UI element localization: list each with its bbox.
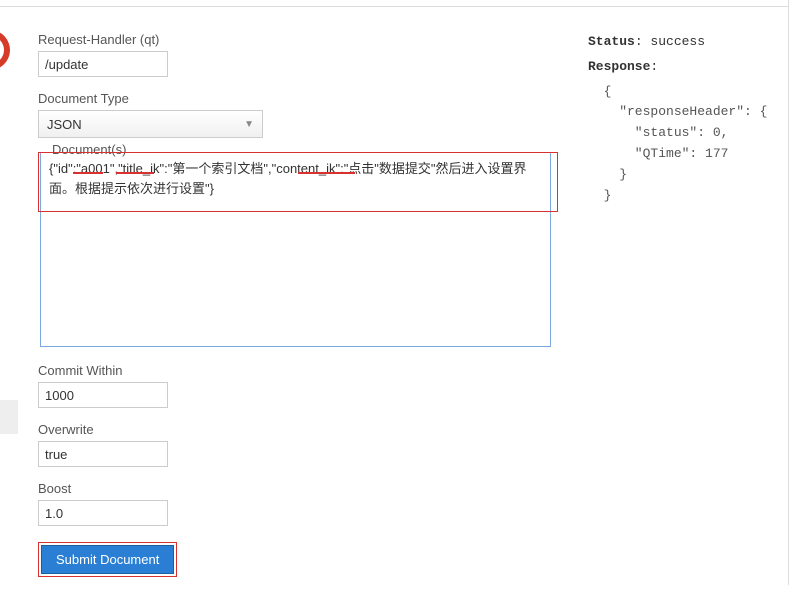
submit-document-button[interactable]: Submit Document <box>41 545 174 574</box>
submit-highlight-box: Submit Document <box>38 542 177 577</box>
commit-within-label: Commit Within <box>38 363 558 378</box>
boost-input[interactable] <box>38 500 168 526</box>
status-line: Status: success <box>588 32 775 53</box>
document-type-group: Document Type JSON ▼ <box>38 91 558 138</box>
logo-fragment <box>0 30 16 75</box>
sidebar-fragment <box>0 400 18 434</box>
response-label: Response <box>588 59 650 74</box>
status-value: success <box>650 34 705 49</box>
underline-content <box>298 172 355 174</box>
overwrite-group: Overwrite <box>38 422 558 467</box>
underline-title <box>116 172 154 174</box>
commit-within-group: Commit Within <box>38 363 558 408</box>
main-container: Request-Handler (qt) Document Type JSON … <box>0 0 795 597</box>
overwrite-label: Overwrite <box>38 422 558 437</box>
document-type-value: JSON <box>47 117 82 132</box>
underline-id <box>73 172 103 174</box>
overwrite-input[interactable] <box>38 441 168 467</box>
response-label-line: Response: <box>588 57 775 78</box>
boost-group: Boost <box>38 481 558 526</box>
document-type-label: Document Type <box>38 91 558 106</box>
right-border <box>788 0 795 585</box>
boost-label: Boost <box>38 481 558 496</box>
request-handler-input[interactable] <box>38 51 168 77</box>
request-handler-group: Request-Handler (qt) <box>38 32 558 77</box>
response-panel: Status: success Response: { "responseHea… <box>588 32 775 577</box>
top-border <box>0 0 788 7</box>
status-label: Status <box>588 34 635 49</box>
documents-textarea[interactable] <box>40 152 551 347</box>
commit-within-input[interactable] <box>38 382 168 408</box>
request-handler-label: Request-Handler (qt) <box>38 32 558 47</box>
form-panel: Request-Handler (qt) Document Type JSON … <box>38 32 558 577</box>
response-json: { "responseHeader": { "status": 0, "QTim… <box>588 82 775 207</box>
documents-fieldset: Document(s) <box>38 152 558 347</box>
documents-label: Document(s) <box>48 142 130 157</box>
document-type-select[interactable]: JSON ▼ <box>38 110 263 138</box>
chevron-down-icon: ▼ <box>244 119 254 130</box>
